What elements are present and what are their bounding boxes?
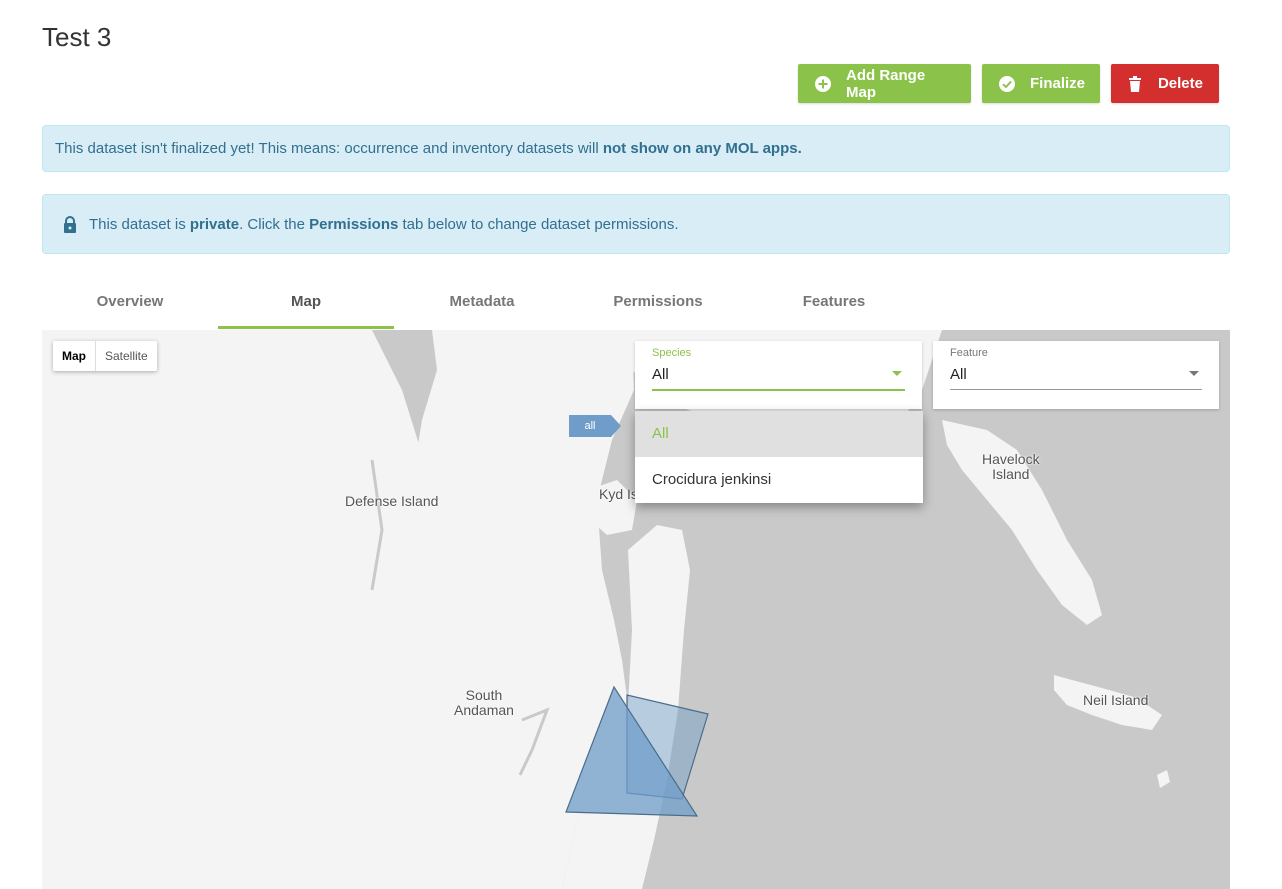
place-label-neil: Neil Island — [1083, 692, 1149, 708]
tab-metadata[interactable]: Metadata — [394, 283, 570, 329]
private-alert: This dataset is private. Click the Permi… — [42, 194, 1230, 254]
place-label-south-andaman: South Andaman — [454, 687, 514, 718]
species-select-value: All — [652, 366, 669, 383]
tab-map[interactable]: Map — [218, 283, 394, 329]
feature-select-value: All — [950, 366, 967, 383]
map-canvas[interactable]: Defense Island Kyd Is Havelock Island So… — [42, 330, 1230, 889]
map-type-map-button[interactable]: Map — [53, 341, 96, 371]
species-select[interactable]: Species All — [635, 341, 922, 409]
delete-button[interactable]: Delete — [1111, 64, 1219, 103]
delete-label: Delete — [1157, 75, 1203, 92]
feature-select-caret-icon — [1189, 371, 1199, 376]
finalize-alert: This dataset isn't finalized yet! This m… — [42, 125, 1230, 172]
private-alert-text: This dataset is private. Click the Permi… — [89, 215, 679, 233]
species-select-underline — [652, 389, 905, 391]
check-circle-icon — [998, 75, 1016, 93]
species-dropdown-menu: All Crocidura jenkinsi — [635, 411, 923, 503]
species-option-all[interactable]: All — [635, 411, 923, 457]
feature-select[interactable]: Feature All — [933, 341, 1219, 409]
map-type-satellite-button[interactable]: Satellite — [96, 341, 157, 371]
add-range-map-button[interactable]: Add Range Map — [798, 64, 971, 103]
feature-select-label: Feature — [950, 347, 988, 359]
species-select-label: Species — [652, 347, 692, 359]
all-marker[interactable]: all — [569, 415, 621, 437]
add-range-map-label: Add Range Map — [846, 66, 926, 101]
place-label-kyd: Kyd Is — [599, 486, 638, 502]
finalize-button[interactable]: Finalize — [982, 64, 1100, 103]
tab-bar: Overview Map Metadata Permissions Featur… — [42, 283, 1230, 329]
place-label-havelock: Havelock Island — [982, 451, 1040, 482]
finalize-alert-text: This dataset isn't finalized yet! This m… — [55, 140, 802, 157]
tab-features[interactable]: Features — [746, 283, 922, 329]
tab-overview[interactable]: Overview — [42, 283, 218, 329]
lock-icon — [63, 215, 77, 233]
place-label-defense: Defense Island — [345, 493, 439, 509]
tab-permissions[interactable]: Permissions — [570, 283, 746, 329]
feature-select-underline — [950, 389, 1202, 390]
page-title: Test 3 — [42, 22, 112, 52]
trash-icon — [1127, 75, 1144, 93]
species-select-caret-icon — [892, 371, 902, 376]
finalize-label: Finalize — [1030, 75, 1086, 92]
plus-circle-icon — [814, 75, 832, 93]
map-type-toggle: Map Satellite — [53, 341, 157, 371]
species-option-crocidura-jenkinsi[interactable]: Crocidura jenkinsi — [635, 457, 923, 503]
